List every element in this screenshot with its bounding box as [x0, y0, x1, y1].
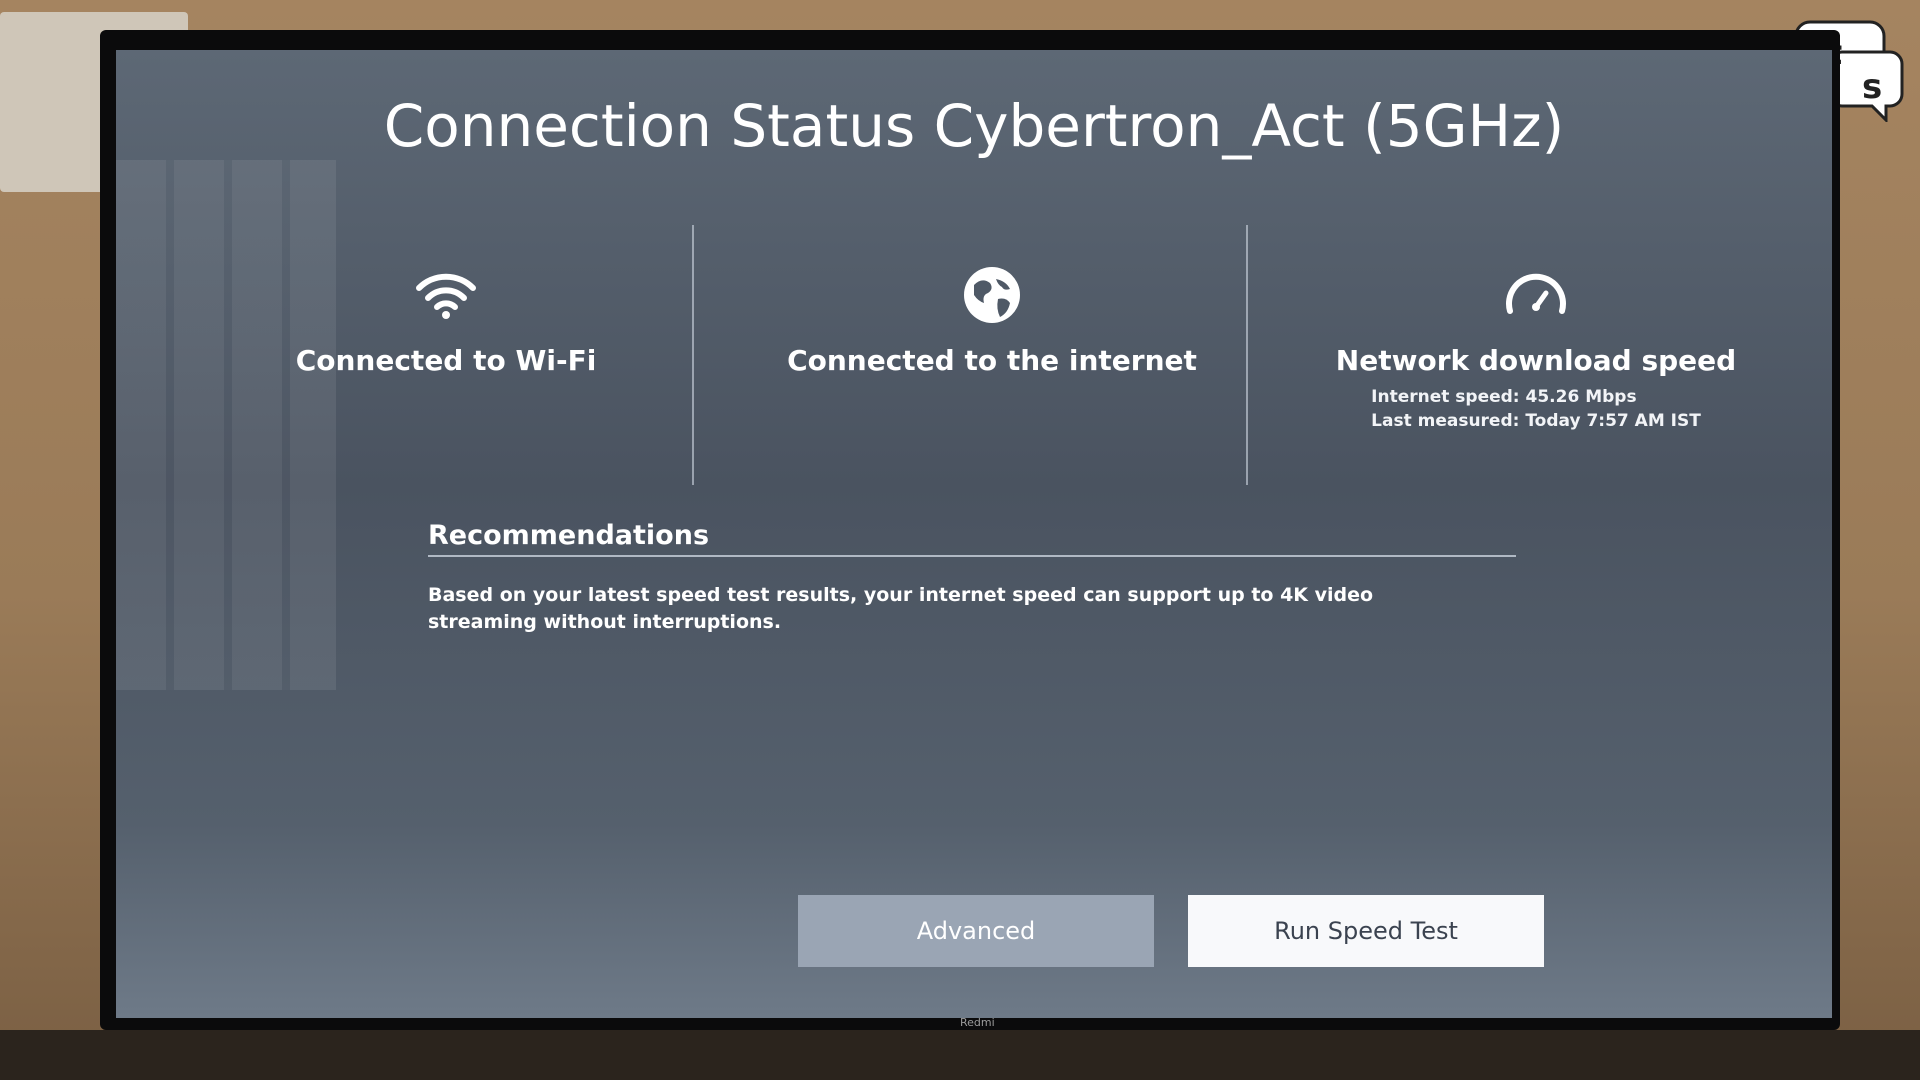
internet-status-label: Connected to the internet [787, 344, 1197, 377]
recommendations-heading: Recommendations [428, 520, 710, 551]
speed-status-column: Network download speed Internet speed: 4… [1266, 260, 1806, 433]
globe-icon [964, 267, 1020, 323]
internet-speed-value: Internet speed: 45.26 Mbps [1371, 387, 1637, 407]
speed-status-label: Network download speed [1335, 344, 1737, 377]
window-reflection [116, 160, 336, 690]
wifi-status-column: Connected to Wi-Fi [176, 260, 716, 377]
recommendations-divider [428, 555, 1516, 557]
page-title: Connection Status Cybertron_Act (5GHz) [383, 92, 1565, 160]
last-measured-value: Last measured: Today 7:57 AM IST [1371, 411, 1701, 431]
speed-details: Internet speed: 45.26 Mbps Last measured… [1371, 385, 1701, 433]
tv-stand [0, 1030, 1920, 1080]
advanced-button[interactable]: Advanced [798, 895, 1154, 967]
wifi-icon [416, 273, 476, 319]
internet-status-column: Connected to the internet [722, 260, 1262, 377]
wifi-status-label: Connected to Wi-Fi [295, 344, 597, 377]
svg-text:s: s [1862, 67, 1882, 107]
recommendations-text: Based on your latest speed test results,… [428, 584, 1374, 633]
speedometer-icon [1506, 273, 1566, 314]
tv-screen: Connection Status Cybertron_Act (5GHz) C… [116, 50, 1832, 1018]
run-speed-test-button[interactable]: Run Speed Test [1188, 895, 1544, 967]
